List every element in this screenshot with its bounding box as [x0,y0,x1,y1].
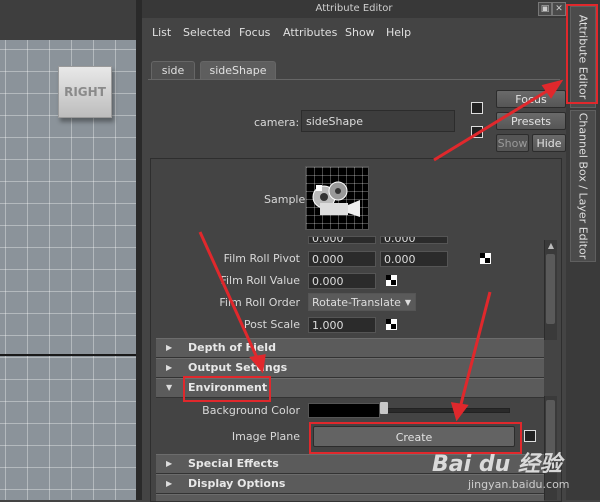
watermark: Bai du 经验 jingyan.baidu.com [420,446,600,500]
arrow-to-environment [198,231,260,361]
baidu-logo: Bai du 经验 [432,452,562,477]
arrow-to-dock-tab [433,86,553,162]
arrow-head [450,402,469,422]
annotation-arrows [198,79,564,422]
watermark-url: jingyan.baidu.com [468,478,570,491]
arrow-to-create [458,291,492,409]
arrow-head [249,354,266,374]
arrow-head [541,79,564,99]
